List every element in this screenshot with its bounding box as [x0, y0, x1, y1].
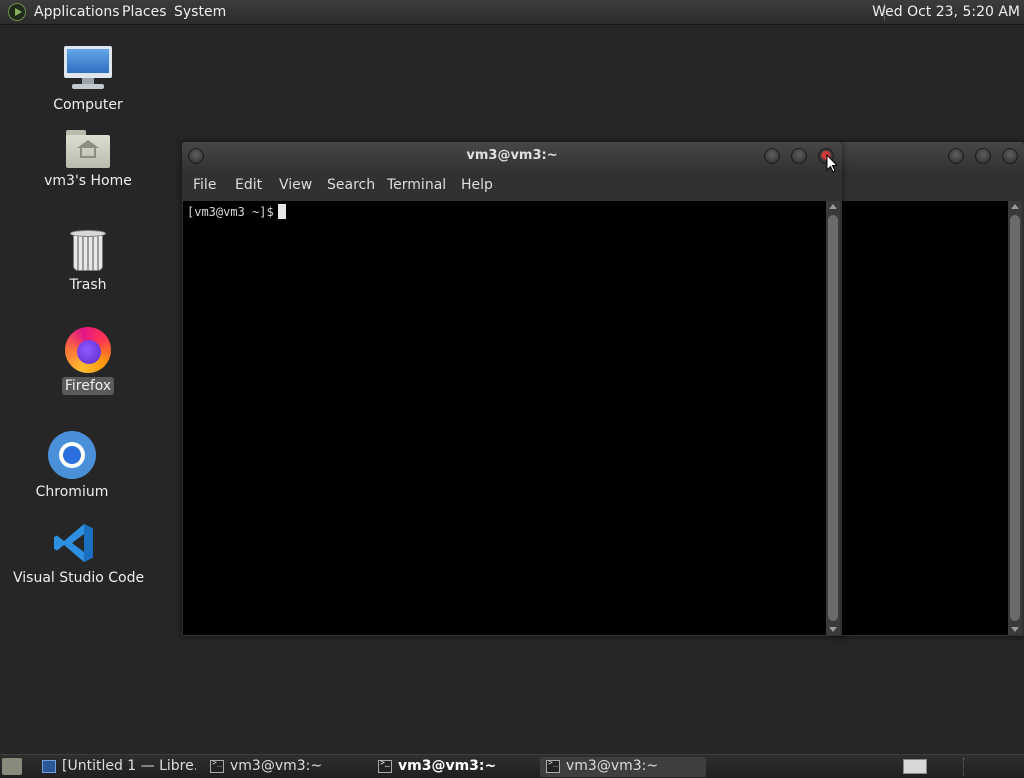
- menu-help[interactable]: Help: [461, 177, 493, 193]
- vscode-icon: [52, 521, 96, 565]
- menu-system[interactable]: System: [174, 4, 226, 20]
- close-button[interactable]: [1002, 148, 1018, 164]
- minimize-button[interactable]: [948, 148, 964, 164]
- scroll-thumb[interactable]: [1010, 215, 1020, 621]
- menu-places[interactable]: Places: [122, 4, 167, 20]
- desktop-icon-label: Trash: [69, 277, 107, 293]
- taskbar-item-terminal-2[interactable]: vm3@vm3:~: [372, 757, 534, 777]
- mouse-pointer-icon: [826, 154, 838, 173]
- firefox-icon: [65, 327, 111, 373]
- background-terminal-window[interactable]: [838, 142, 1024, 636]
- scroll-down-icon[interactable]: [1011, 627, 1019, 632]
- top-panel: Applications Places System Wed Oct 23, 5…: [0, 0, 1024, 25]
- taskbar-item-terminal-1[interactable]: vm3@vm3:~: [204, 757, 366, 777]
- workspace-switcher[interactable]: [903, 759, 927, 774]
- taskbar-item-libreoffice[interactable]: [Untitled 1 — Libre...: [36, 757, 196, 777]
- scroll-up-icon[interactable]: [1011, 204, 1019, 209]
- taskbar-item-terminal-3[interactable]: vm3@vm3:~: [540, 757, 706, 777]
- terminal-icon: [378, 758, 392, 773]
- maximize-button[interactable]: [791, 148, 807, 164]
- menu-file[interactable]: File: [193, 177, 216, 193]
- taskbar-item-label: vm3@vm3:~: [230, 758, 323, 774]
- menu-edit[interactable]: Edit: [235, 177, 262, 193]
- desktop-icon-vscode[interactable]: Visual Studio Code: [10, 521, 144, 587]
- taskbar-item-label: vm3@vm3:~: [566, 758, 659, 774]
- desktop-icon-computer[interactable]: Computer: [48, 46, 128, 114]
- desktop-icon-label: Chromium: [35, 484, 109, 500]
- terminal-icon: [546, 758, 560, 773]
- desktop-icon-label: vm3's Home: [44, 173, 132, 189]
- scroll-thumb[interactable]: [828, 215, 838, 621]
- menu-view[interactable]: View: [279, 177, 312, 193]
- background-window-menubar: [838, 170, 1024, 200]
- desktop-icon-label: Visual Studio Code: [13, 570, 145, 586]
- desktop-icon-chromium[interactable]: Chromium: [32, 431, 112, 501]
- scroll-up-icon[interactable]: [829, 204, 837, 209]
- background-scrollbar[interactable]: [1008, 201, 1022, 635]
- home-folder-icon: [66, 130, 110, 168]
- clock[interactable]: Wed Oct 23, 5:20 AM: [872, 4, 1020, 20]
- background-window-titlebar[interactable]: [838, 142, 1024, 170]
- bottom-panel: [Untitled 1 — Libre... vm3@vm3:~ vm3@vm3…: [0, 754, 1024, 778]
- text-cursor: [277, 204, 286, 219]
- terminal-titlebar[interactable]: vm3@vm3:~: [182, 142, 842, 170]
- menu-terminal[interactable]: Terminal: [387, 177, 446, 193]
- show-desktop-icon[interactable]: [2, 758, 22, 775]
- scroll-down-icon[interactable]: [829, 627, 837, 632]
- applications-logo-icon[interactable]: [8, 3, 26, 21]
- chromium-icon: [48, 431, 96, 479]
- terminal-prompt: [vm3@vm3 ~]$: [187, 205, 274, 219]
- terminal-window[interactable]: vm3@vm3:~ File Edit View Search Terminal…: [182, 142, 842, 636]
- taskbar-item-label: vm3@vm3:~: [398, 758, 497, 774]
- computer-icon: [64, 46, 112, 92]
- maximize-button[interactable]: [975, 148, 991, 164]
- terminal-icon: [210, 758, 224, 773]
- desktop-icon-firefox[interactable]: Firefox: [48, 327, 128, 395]
- desktop-icon-label: Computer: [53, 97, 123, 113]
- desktop-icon-home[interactable]: vm3's Home: [40, 130, 136, 190]
- taskbar-item-label: [Untitled 1 — Libre...: [62, 758, 196, 774]
- trash-icon: [70, 230, 106, 272]
- terminal-scrollbar[interactable]: [826, 201, 840, 635]
- desktop-icon-trash[interactable]: Trash: [48, 230, 128, 294]
- window-title: vm3@vm3:~: [466, 148, 558, 163]
- background-terminal-area[interactable]: [842, 201, 1008, 635]
- terminal-menubar: File Edit View Search Terminal Help: [182, 170, 842, 200]
- desktop-icon-label: Firefox: [61, 377, 115, 395]
- terminal-text-area[interactable]: [vm3@vm3 ~]$: [183, 201, 826, 635]
- writer-icon: [42, 760, 56, 773]
- panel-separator: [963, 758, 964, 776]
- menu-search[interactable]: Search: [327, 177, 375, 193]
- menu-applications[interactable]: Applications: [34, 4, 120, 20]
- minimize-button[interactable]: [764, 148, 780, 164]
